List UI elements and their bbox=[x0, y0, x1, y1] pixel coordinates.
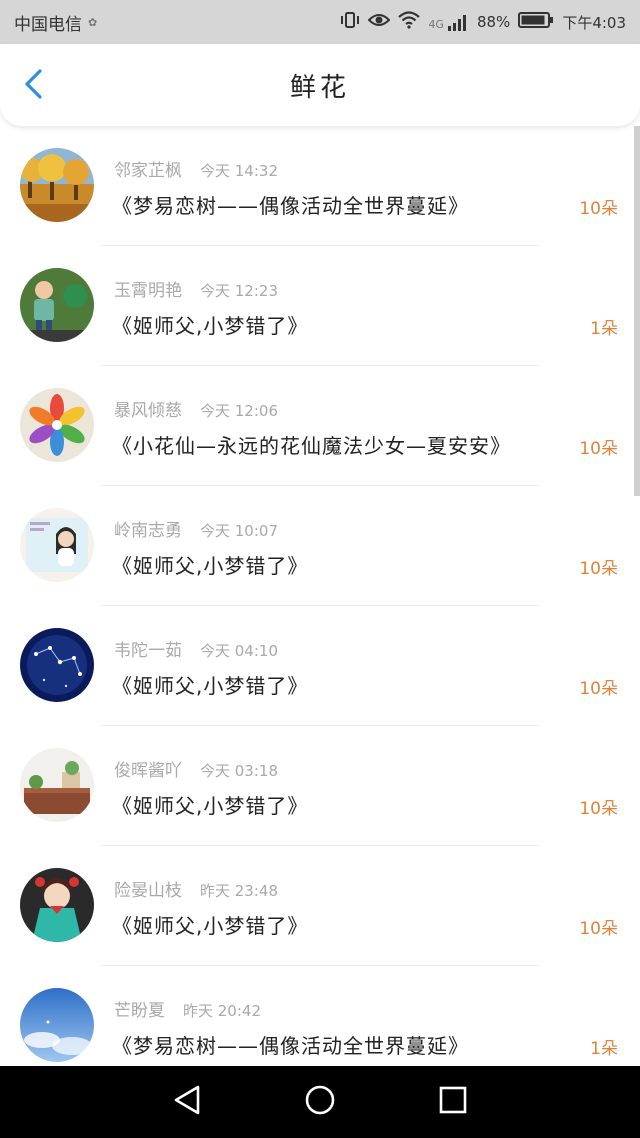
work-title: 《姬师父,小梦错了》 bbox=[112, 314, 309, 338]
system-nav-bar bbox=[0, 1066, 640, 1138]
scrollbar[interactable] bbox=[634, 126, 640, 496]
clock: 下午4:03 bbox=[562, 13, 626, 32]
send-time: 今天 12:23 bbox=[200, 282, 278, 300]
send-time: 今天 03:18 bbox=[200, 762, 278, 780]
flower-count: 10朵 bbox=[579, 679, 618, 699]
avatar[interactable] bbox=[20, 388, 94, 462]
flower-gift-list[interactable]: 邻家芷枫 今天 14:32 《梦易恋树——偶像活动全世界蔓延》 10朵 玉霄明艳今… bbox=[0, 126, 640, 1066]
flower-count: 1朵 bbox=[590, 1039, 618, 1059]
chevron-left-icon bbox=[23, 68, 45, 104]
list-item[interactable]: 暴风倾慈 今天 12:06 《小花仙—永远的花仙魔法少女—夏安安》 10朵 bbox=[0, 366, 640, 486]
flower-count: 10朵 bbox=[579, 799, 618, 819]
send-time: 今天 12:06 bbox=[200, 402, 278, 420]
notification-icon: ✿ bbox=[88, 15, 98, 29]
signal-icon: 4G bbox=[428, 13, 469, 31]
flower-count: 1朵 bbox=[590, 319, 618, 339]
battery-percent: 88% bbox=[476, 13, 511, 31]
work-title: 《梦易恋树——偶像活动全世界蔓延》 bbox=[112, 194, 469, 218]
nav-recents-button[interactable] bbox=[433, 1082, 473, 1122]
sender-name: 俊晖酱吖 bbox=[114, 761, 182, 781]
avatar[interactable] bbox=[20, 148, 94, 222]
send-time: 今天 10:07 bbox=[200, 522, 278, 540]
app-header: 鲜花 bbox=[0, 44, 640, 126]
circle-home-icon bbox=[304, 1084, 336, 1120]
wifi-icon bbox=[398, 11, 421, 33]
sender-name: 暴风倾慈 bbox=[114, 401, 182, 421]
avatar[interactable] bbox=[20, 748, 94, 822]
list-item[interactable]: 邻家芷枫 今天 14:32 《梦易恋树——偶像活动全世界蔓延》 10朵 bbox=[0, 126, 640, 246]
list-item[interactable]: 韦陀一茹 今天 04:10 《姬师父,小梦错了》 10朵 bbox=[0, 606, 640, 726]
network-type-label: 4G bbox=[428, 18, 444, 31]
flower-count: 10朵 bbox=[579, 199, 618, 219]
list-item[interactable]: 岭南志勇 今天 10:07 《姬师父,小梦错了》 10朵 bbox=[0, 486, 640, 606]
back-button[interactable] bbox=[18, 68, 50, 104]
list-item[interactable]: 芒盼夏 昨天 20:42 《梦易恋树——偶像活动全世界蔓延》 1朵 bbox=[0, 966, 640, 1066]
send-time: 昨天 23:48 bbox=[200, 882, 278, 900]
status-bar: 中国电信 ✿ 4G 88% 下午4:03 bbox=[0, 0, 640, 44]
carrier-label: 中国电信 bbox=[14, 14, 82, 35]
square-recents-icon bbox=[438, 1085, 468, 1119]
list-item[interactable]: 玉霄明艳 今天 12:23 《姬师父,小梦错了》 1朵 bbox=[0, 246, 640, 366]
work-title: 《姬师父,小梦错了》 bbox=[112, 674, 309, 698]
nav-home-button[interactable] bbox=[300, 1082, 340, 1122]
avatar[interactable] bbox=[20, 268, 94, 342]
work-title: 《小花仙—永远的花仙魔法少女—夏安安》 bbox=[112, 434, 511, 458]
work-title: 《梦易恋树——偶像活动全世界蔓延》 bbox=[112, 1034, 469, 1058]
battery-icon bbox=[518, 11, 554, 33]
sender-name: 芒盼夏 bbox=[114, 1001, 165, 1021]
send-time: 昨天 20:42 bbox=[183, 1002, 261, 1020]
sender-name: 岭南志勇 bbox=[114, 521, 182, 541]
list-item[interactable]: 险晏山枝 昨天 23:48 《姬师父,小梦错了》 10朵 bbox=[0, 846, 640, 966]
nav-back-button[interactable] bbox=[167, 1082, 207, 1122]
list-item[interactable]: 俊晖酱吖 今天 03:18 《姬师父,小梦错了》 10朵 bbox=[0, 726, 640, 846]
work-title: 《姬师父,小梦错了》 bbox=[112, 914, 309, 938]
triangle-back-icon bbox=[172, 1084, 202, 1120]
sender-name: 险晏山枝 bbox=[114, 881, 182, 901]
flower-count: 10朵 bbox=[579, 439, 618, 459]
send-time: 今天 04:10 bbox=[200, 642, 278, 660]
flower-count: 10朵 bbox=[579, 919, 618, 939]
flower-count: 10朵 bbox=[579, 559, 618, 579]
sender-name: 玉霄明艳 bbox=[114, 281, 182, 301]
avatar[interactable] bbox=[20, 988, 94, 1062]
avatar[interactable] bbox=[20, 508, 94, 582]
send-time: 今天 14:32 bbox=[200, 162, 278, 180]
vibrate-icon bbox=[340, 11, 360, 33]
avatar[interactable] bbox=[20, 868, 94, 942]
work-title: 《姬师父,小梦错了》 bbox=[112, 794, 309, 818]
work-title: 《姬师父,小梦错了》 bbox=[112, 554, 309, 578]
page-title: 鲜花 bbox=[289, 72, 350, 103]
sender-name: 韦陀一茹 bbox=[114, 641, 182, 661]
avatar[interactable] bbox=[20, 628, 94, 702]
sender-name: 邻家芷枫 bbox=[114, 161, 182, 181]
eye-icon bbox=[368, 12, 391, 32]
